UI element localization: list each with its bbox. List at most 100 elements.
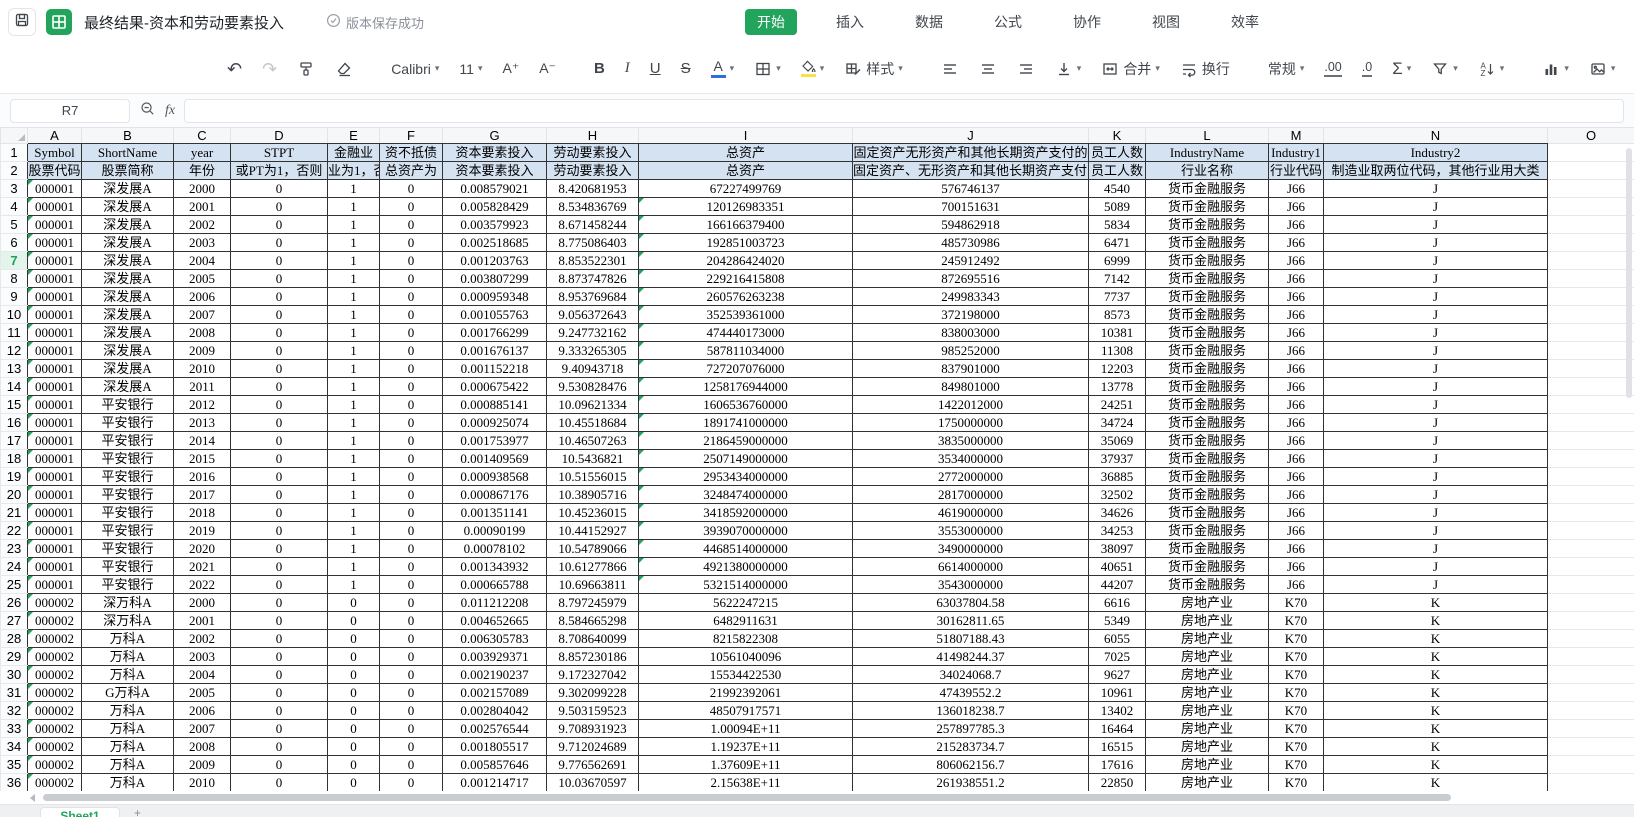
row-header-32[interactable]: 32 xyxy=(0,701,28,720)
cell-C5[interactable]: 2002 xyxy=(173,215,231,234)
cell-N1[interactable]: Industry2 xyxy=(1323,143,1548,162)
cell-D28[interactable]: 0 xyxy=(230,629,328,648)
cell-N30[interactable]: K xyxy=(1323,665,1548,684)
cell-M35[interactable]: K70 xyxy=(1268,755,1324,774)
cell-D31[interactable]: 0 xyxy=(230,683,328,702)
align-right-button[interactable] xyxy=(1014,54,1038,84)
cell-D23[interactable]: 0 xyxy=(230,539,328,558)
cell-N14[interactable]: J xyxy=(1323,377,1548,396)
column-header-D[interactable]: D xyxy=(230,127,328,144)
cell-G21[interactable]: 0.001351141 xyxy=(442,503,547,522)
cell-O9[interactable] xyxy=(1547,287,1634,306)
cell-M6[interactable]: J66 xyxy=(1268,233,1324,252)
cell-N6[interactable]: J xyxy=(1323,233,1548,252)
column-header-M[interactable]: M xyxy=(1268,127,1324,144)
cell-L11[interactable]: 货币金融服务 xyxy=(1145,323,1269,342)
menu-tab-insert[interactable]: 插入 xyxy=(824,9,876,35)
cell-C15[interactable]: 2012 xyxy=(173,395,231,414)
font-family-select[interactable]: Calibri ▾ xyxy=(388,54,442,84)
cell-J35[interactable]: 806062156.7 xyxy=(852,755,1089,774)
cell-C26[interactable]: 2000 xyxy=(173,593,231,612)
cell-G32[interactable]: 0.002804042 xyxy=(442,701,547,720)
cell-N9[interactable]: J xyxy=(1323,287,1548,306)
cell-C27[interactable]: 2001 xyxy=(173,611,231,630)
name-box[interactable]: R7 xyxy=(10,98,130,123)
column-header-L[interactable]: L xyxy=(1145,127,1269,144)
cell-O12[interactable] xyxy=(1547,341,1634,360)
cell-N2[interactable]: 制造业取两位代码，其他行业用大类 xyxy=(1323,161,1548,180)
cell-E36[interactable]: 0 xyxy=(327,773,380,791)
cell-L32[interactable]: 房地产业 xyxy=(1145,701,1269,720)
cell-G33[interactable]: 0.002576544 xyxy=(442,719,547,738)
column-header-O[interactable]: O xyxy=(1547,127,1634,144)
cell-E29[interactable]: 0 xyxy=(327,647,380,666)
cell-A13[interactable]: 000001 xyxy=(27,359,82,378)
cell-L20[interactable]: 货币金融服务 xyxy=(1145,485,1269,504)
cell-D6[interactable]: 0 xyxy=(230,233,328,252)
cell-I2[interactable]: 总资产 xyxy=(638,161,853,180)
menu-tab-data[interactable]: 数据 xyxy=(903,9,955,35)
cell-E8[interactable]: 1 xyxy=(327,269,380,288)
cell-D20[interactable]: 0 xyxy=(230,485,328,504)
cell-H3[interactable]: 8.420681953 xyxy=(546,179,639,198)
cell-B4[interactable]: 深发展A xyxy=(81,197,174,216)
cell-L7[interactable]: 货币金融服务 xyxy=(1145,251,1269,270)
cell-A33[interactable]: 000002 xyxy=(27,719,82,738)
cell-G13[interactable]: 0.001152218 xyxy=(442,359,547,378)
cell-M12[interactable]: J66 xyxy=(1268,341,1324,360)
cell-L4[interactable]: 货币金融服务 xyxy=(1145,197,1269,216)
cell-D22[interactable]: 0 xyxy=(230,521,328,540)
column-header-I[interactable]: I xyxy=(638,127,853,144)
row-header-28[interactable]: 28 xyxy=(0,629,28,648)
cell-K26[interactable]: 6616 xyxy=(1088,593,1146,612)
cell-O25[interactable] xyxy=(1547,575,1634,594)
cell-L29[interactable]: 房地产业 xyxy=(1145,647,1269,666)
cell-K9[interactable]: 7737 xyxy=(1088,287,1146,306)
cell-E1[interactable]: 金融业 xyxy=(327,143,380,162)
cell-K21[interactable]: 34626 xyxy=(1088,503,1146,522)
cell-E17[interactable]: 1 xyxy=(327,431,380,450)
cell-B8[interactable]: 深发展A xyxy=(81,269,174,288)
cell-C33[interactable]: 2007 xyxy=(173,719,231,738)
cell-H2[interactable]: 劳动要素投入 xyxy=(546,161,639,180)
cell-H28[interactable]: 8.708640099 xyxy=(546,629,639,648)
increase-font-button[interactable]: A⁺ xyxy=(499,54,522,84)
cell-A30[interactable]: 000002 xyxy=(27,665,82,684)
bold-button[interactable]: B xyxy=(591,54,608,84)
cell-K3[interactable]: 4540 xyxy=(1088,179,1146,198)
cell-D9[interactable]: 0 xyxy=(230,287,328,306)
cell-B23[interactable]: 平安银行 xyxy=(81,539,174,558)
cell-B35[interactable]: 万科A xyxy=(81,755,174,774)
cell-I5[interactable]: 166166379400 xyxy=(638,215,853,234)
cell-E31[interactable]: 0 xyxy=(327,683,380,702)
cell-E24[interactable]: 1 xyxy=(327,557,380,576)
cell-B21[interactable]: 平安银行 xyxy=(81,503,174,522)
cell-L9[interactable]: 货币金融服务 xyxy=(1145,287,1269,306)
cell-A11[interactable]: 000001 xyxy=(27,323,82,342)
column-header-F[interactable]: F xyxy=(379,127,443,144)
cell-J10[interactable]: 372198000 xyxy=(852,305,1089,324)
cell-K14[interactable]: 13778 xyxy=(1088,377,1146,396)
cell-A14[interactable]: 000001 xyxy=(27,377,82,396)
cell-M27[interactable]: K70 xyxy=(1268,611,1324,630)
cell-J14[interactable]: 849801000 xyxy=(852,377,1089,396)
cell-F26[interactable]: 0 xyxy=(379,593,443,612)
cell-N10[interactable]: J xyxy=(1323,305,1548,324)
cell-N22[interactable]: J xyxy=(1323,521,1548,540)
cell-K29[interactable]: 7025 xyxy=(1088,647,1146,666)
cell-G15[interactable]: 0.000885141 xyxy=(442,395,547,414)
cell-O18[interactable] xyxy=(1547,449,1634,468)
cell-E28[interactable]: 0 xyxy=(327,629,380,648)
cell-L3[interactable]: 货币金融服务 xyxy=(1145,179,1269,198)
cell-H12[interactable]: 9.333265305 xyxy=(546,341,639,360)
cell-N19[interactable]: J xyxy=(1323,467,1548,486)
cell-J26[interactable]: 63037804.58 xyxy=(852,593,1089,612)
cell-A9[interactable]: 000001 xyxy=(27,287,82,306)
cell-O16[interactable] xyxy=(1547,413,1634,432)
cell-A31[interactable]: 000002 xyxy=(27,683,82,702)
cell-D29[interactable]: 0 xyxy=(230,647,328,666)
cell-M13[interactable]: J66 xyxy=(1268,359,1324,378)
cell-C11[interactable]: 2008 xyxy=(173,323,231,342)
cell-G5[interactable]: 0.003579923 xyxy=(442,215,547,234)
cell-M20[interactable]: J66 xyxy=(1268,485,1324,504)
